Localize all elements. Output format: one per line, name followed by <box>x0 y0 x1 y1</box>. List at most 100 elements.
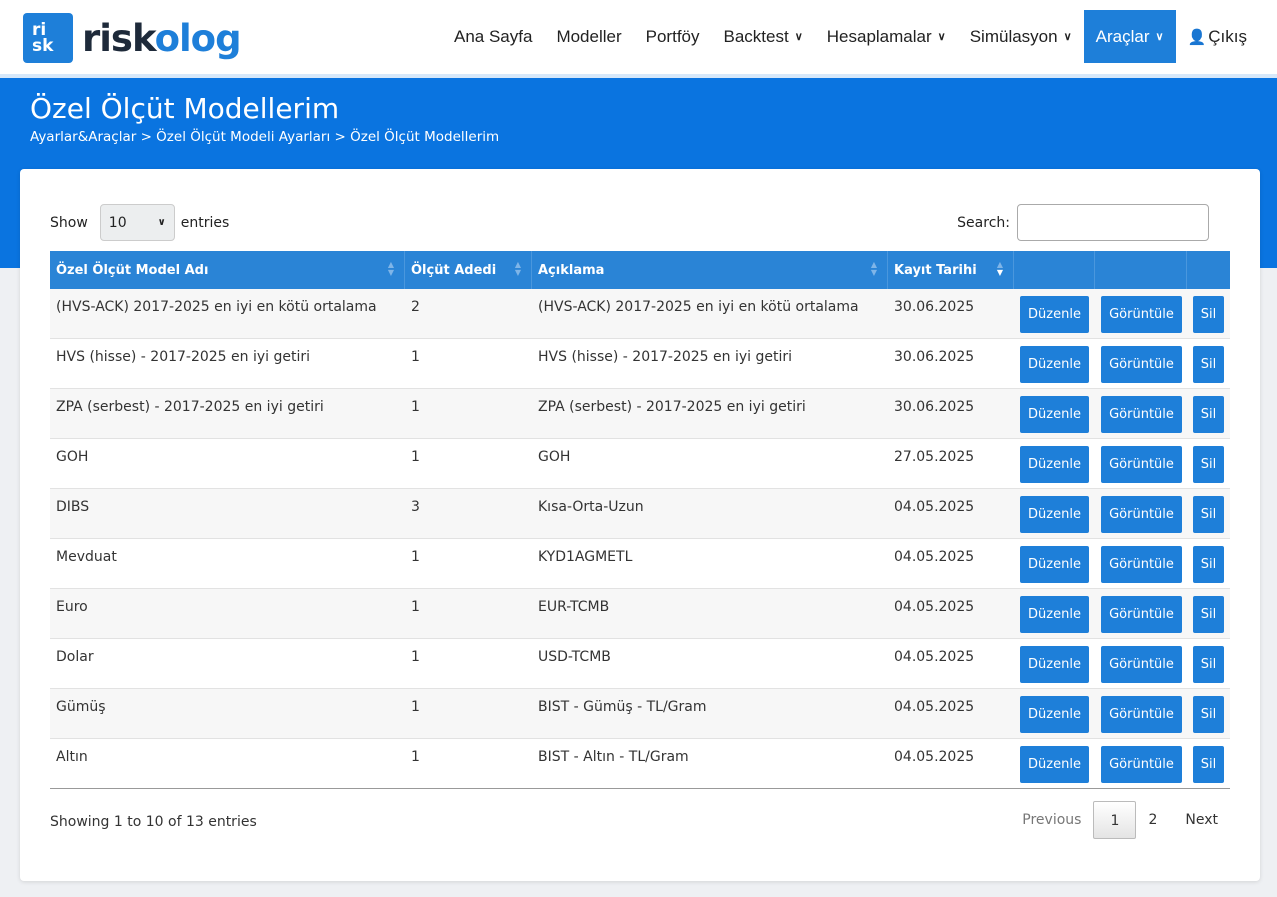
nav-item-modeller[interactable]: Modeller <box>544 10 633 63</box>
delete-button[interactable]: Sil <box>1193 596 1224 633</box>
pagination: Previous 1 2 Next <box>1010 801 1230 839</box>
edit-button[interactable]: Düzenle <box>1020 496 1089 533</box>
column-header-3[interactable]: Açıklama ▲ ▼ <box>532 251 888 289</box>
user-icon: 👤 <box>1187 28 1207 46</box>
column-header-label: Özel Ölçüt Model Adı <box>56 262 209 278</box>
nav-item-label: Backtest <box>723 26 789 46</box>
edit-button[interactable]: Düzenle <box>1020 546 1089 583</box>
page-size-control: Show 10 ∨ entries <box>50 204 229 241</box>
criteria-count-cell: 1 <box>411 749 420 765</box>
table-row: GOH 1 GOH 27.05.2025 Düzenle Görüntüle Sil <box>50 439 1230 489</box>
table-row: ZPA (serbest) - 2017-2025 en iyi getiri 1… <box>50 389 1230 439</box>
logo-icon: ri sk <box>23 13 73 63</box>
model-name-cell: Mevduat <box>56 549 117 565</box>
view-button[interactable]: Görüntüle <box>1101 346 1182 383</box>
next-button[interactable]: Next <box>1173 801 1230 839</box>
nav-item-portföy[interactable]: Portföy <box>634 10 712 63</box>
description-cell: ZPA (serbest) - 2017-2025 en iyi getiri <box>538 399 806 415</box>
sort-icon: ▲ ▼ <box>387 260 394 277</box>
table-row: HVS (hisse) - 2017-2025 en iyi getiri 1 HV… <box>50 339 1230 389</box>
delete-button[interactable]: Sil <box>1193 646 1224 683</box>
view-button[interactable]: Görüntüle <box>1101 296 1182 333</box>
nav-item-label: Modeller <box>556 26 622 46</box>
action-cell: Sil <box>1187 739 1230 788</box>
column-header-1[interactable]: Özel Ölçüt Model Adı ▲ ▼ <box>50 251 405 289</box>
riskolog-logo[interactable]: ri sk riskolog <box>23 13 242 63</box>
delete-button[interactable]: Sil <box>1193 746 1224 783</box>
criteria-count-cell: 3 <box>411 499 420 515</box>
action-cell: Sil <box>1187 489 1230 538</box>
edit-button[interactable]: Düzenle <box>1020 296 1089 333</box>
table-row: Euro 1 EUR-TCMB 04.05.2025 Düzenle Görüntüle S… <box>50 589 1230 639</box>
page-button-2[interactable]: 2 <box>1136 801 1169 839</box>
delete-button[interactable]: Sil <box>1193 446 1224 483</box>
criteria-count-cell: 1 <box>411 549 420 565</box>
criteria-count-cell: 2 <box>411 299 420 315</box>
action-cell: Düzenle <box>1014 739 1095 788</box>
action-cell: Sil <box>1187 339 1230 388</box>
delete-button[interactable]: Sil <box>1193 396 1224 433</box>
page-title: Özel Ölçüt Modellerim <box>30 92 340 125</box>
nav-item-araçlar[interactable]: Araçlar ∨ <box>1083 10 1176 63</box>
action-cell: Görüntüle <box>1095 489 1187 538</box>
entries-label: entries <box>180 214 230 231</box>
search-input[interactable] <box>1017 204 1209 241</box>
record-date-cell: 04.05.2025 <box>894 499 975 515</box>
edit-button[interactable]: Düzenle <box>1020 446 1089 483</box>
delete-button[interactable]: Sil <box>1193 546 1224 583</box>
page-button-1[interactable]: 1 <box>1093 801 1137 839</box>
action-cell: Düzenle <box>1014 639 1095 688</box>
edit-button[interactable]: Düzenle <box>1020 696 1089 733</box>
description-cell: BIST - Gümüş - TL/Gram <box>538 699 707 715</box>
table-body: (HVS-ACK) 2017-2025 en iyi en kötü ortal… <box>50 289 1230 789</box>
delete-button[interactable]: Sil <box>1193 696 1224 733</box>
action-cell: Görüntüle <box>1095 689 1187 738</box>
criteria-count-cell: 1 <box>411 449 420 465</box>
view-button[interactable]: Görüntüle <box>1101 496 1182 533</box>
record-date-cell: 30.06.2025 <box>894 349 975 365</box>
chevron-down-icon: ∨ <box>794 31 803 43</box>
model-name-cell: Gümüş <box>56 699 106 715</box>
page-size-select[interactable]: 10 ∨ <box>99 204 175 241</box>
nav-item-hesaplamalar[interactable]: Hesaplamalar ∨ <box>815 10 958 63</box>
nav-item-simülasyon[interactable]: Simülasyon ∨ <box>958 10 1084 63</box>
description-cell: USD-TCMB <box>538 649 611 665</box>
description-cell: EUR-TCMB <box>538 599 610 615</box>
column-header-2[interactable]: Ölçüt Adedi ▲ ▼ <box>405 251 532 289</box>
delete-button[interactable]: Sil <box>1193 346 1224 383</box>
nav-item-backtest[interactable]: Backtest ∨ <box>712 10 815 63</box>
edit-button[interactable]: Düzenle <box>1020 646 1089 683</box>
description-cell: HVS (hisse) - 2017-2025 en iyi getiri <box>538 349 793 365</box>
nav-item-çıkış[interactable]: 👤 Çıkış <box>1176 10 1259 63</box>
column-header-4[interactable]: Kayıt Tarihi ▲ ▼ <box>888 251 1014 289</box>
nav-item-ana-sayfa[interactable]: Ana Sayfa <box>442 10 544 63</box>
chevron-down-icon: ∨ <box>1155 31 1164 43</box>
show-label: Show <box>50 214 88 231</box>
action-cell: Görüntüle <box>1095 589 1187 638</box>
table-row: Mevduat 1 KYD1AGMETL 04.05.2025 Düzenle Görün… <box>50 539 1230 589</box>
view-button[interactable]: Görüntüle <box>1101 696 1182 733</box>
view-button[interactable]: Görüntüle <box>1101 396 1182 433</box>
edit-button[interactable]: Düzenle <box>1020 596 1089 633</box>
delete-button[interactable]: Sil <box>1193 496 1224 533</box>
delete-button[interactable]: Sil <box>1193 296 1224 333</box>
view-button[interactable]: Görüntüle <box>1101 446 1182 483</box>
edit-button[interactable]: Düzenle <box>1020 746 1089 783</box>
table-info: Showing 1 to 10 of 13 entries <box>50 814 257 830</box>
view-button[interactable]: Görüntüle <box>1101 746 1182 783</box>
action-cell: Sil <box>1187 539 1230 588</box>
action-cell: Düzenle <box>1014 489 1095 538</box>
previous-button[interactable]: Previous <box>1010 801 1093 839</box>
table-row: Gümüş 1 BIST - Gümüş - TL/Gram 04.05.2025 Dü… <box>50 689 1230 739</box>
view-button[interactable]: Görüntüle <box>1101 546 1182 583</box>
table-row: Dolar 1 USD-TCMB 04.05.2025 Düzenle Görüntüle… <box>50 639 1230 689</box>
record-date-cell: 30.06.2025 <box>894 299 975 315</box>
nav-item-label: Araçlar <box>1095 26 1150 46</box>
view-button[interactable]: Görüntüle <box>1101 646 1182 683</box>
criteria-count-cell: 1 <box>411 399 420 415</box>
record-date-cell: 04.05.2025 <box>894 649 975 665</box>
edit-button[interactable]: Düzenle <box>1020 396 1089 433</box>
view-button[interactable]: Görüntüle <box>1101 596 1182 633</box>
edit-button[interactable]: Düzenle <box>1020 346 1089 383</box>
model-name-cell: (HVS-ACK) 2017-2025 en iyi en kötü ortal… <box>56 299 377 315</box>
